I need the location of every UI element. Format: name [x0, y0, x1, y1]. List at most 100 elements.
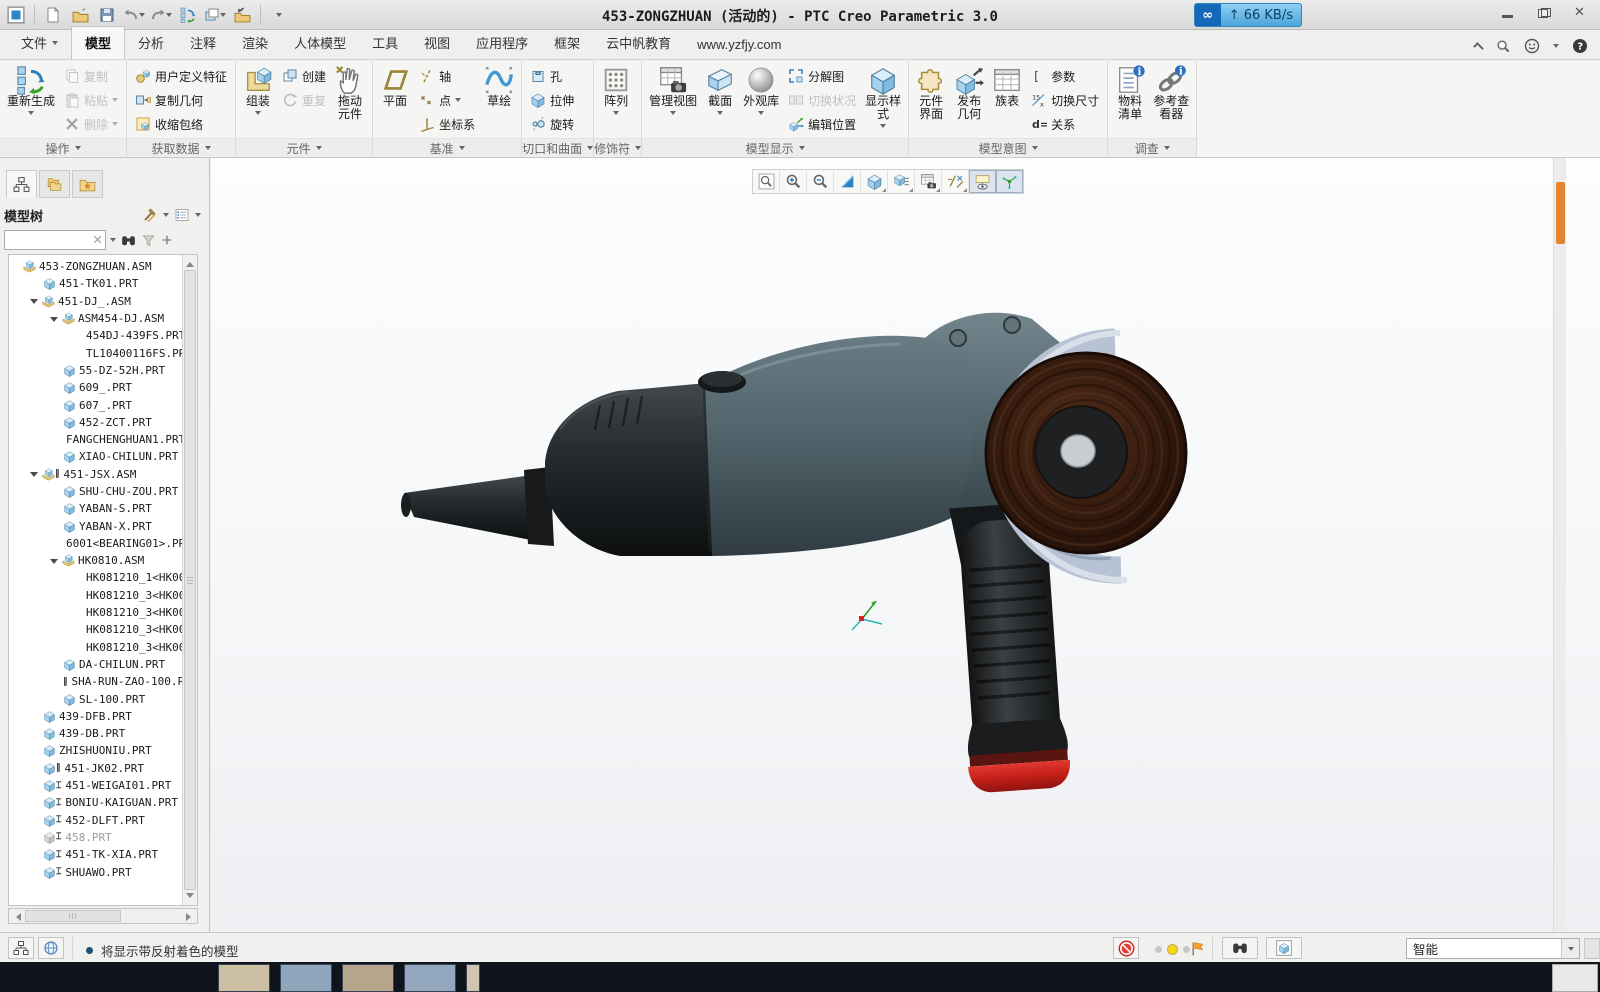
save-button[interactable]	[95, 3, 119, 27]
redo-button[interactable]	[149, 3, 173, 27]
3d-model-canvas[interactable]	[211, 158, 1600, 932]
3d-model[interactable]	[401, 313, 1186, 794]
tree-item[interactable]: DA-CHILUN.PRT	[9, 656, 182, 673]
manage-views-button[interactable]: 管理视图	[646, 64, 700, 119]
regenerate-quick-button[interactable]	[176, 3, 200, 27]
new-file-button[interactable]	[41, 3, 65, 27]
abort-regeneration-button[interactable]	[1113, 937, 1139, 959]
tree-item[interactable]: 607_.PRT	[9, 396, 182, 413]
ribbon-group-label[interactable]: 操作	[0, 138, 126, 157]
copy-geometry-button[interactable]: 复制几何	[131, 88, 231, 112]
switch-state-button[interactable]: 切换状况	[784, 88, 860, 112]
restore-button[interactable]	[1538, 8, 1550, 18]
find-binoculars-icon[interactable]	[120, 232, 137, 249]
caret-down-icon[interactable]	[195, 213, 201, 220]
expand-all-icon[interactable]	[160, 233, 174, 247]
point-button[interactable]: 点	[415, 88, 479, 112]
customize-toolbar-button[interactable]	[267, 3, 291, 27]
tree-item[interactable]: YABAN-X.PRT	[9, 517, 182, 534]
ribbon-group-label[interactable]: 切口和曲面	[522, 138, 593, 157]
menu-tab-11[interactable]: www.yzfjy.com	[684, 31, 794, 59]
scroll-down-arrow[interactable]	[184, 891, 196, 904]
menu-tab-2[interactable]: 分析	[125, 27, 177, 59]
tree-item[interactable]: 6001<BEARING01>.PRT	[9, 535, 182, 552]
menu-tab-0[interactable]: 文件	[8, 27, 71, 59]
tree-vertical-scrollbar[interactable]	[182, 255, 197, 905]
selection-filter[interactable]: 智能	[1406, 938, 1580, 959]
filter-funnel-icon[interactable]	[141, 233, 156, 248]
tree-item[interactable]: ‖451-JK02.PRT	[9, 760, 182, 777]
scroll-thumb[interactable]	[184, 270, 196, 890]
spin-center-button[interactable]	[996, 170, 1023, 193]
tree-item[interactable]: SL-100.PRT	[9, 690, 182, 707]
tree-item[interactable]: HK081210_3<HK00	[9, 604, 182, 621]
taskbar-thumbnail[interactable]	[280, 964, 332, 992]
tree-item[interactable]: ⌶451-WEIGAI01.PRT	[9, 777, 182, 794]
tree-item[interactable]: 55-DZ-52H.PRT	[9, 362, 182, 379]
component-interface-button[interactable]: 元件界面	[913, 64, 949, 122]
tree-item[interactable]: ⌶BONIU-KAIGUAN.PRT	[9, 794, 182, 811]
expand-triangle-icon[interactable]	[30, 472, 38, 481]
favorites-tab[interactable]	[72, 170, 103, 198]
notifications-flag-button[interactable]	[1185, 937, 1211, 959]
tree-item[interactable]: HK081210_3<HK00	[9, 587, 182, 604]
minimize-button[interactable]	[1502, 8, 1514, 18]
delete-button[interactable]: 删除	[60, 112, 122, 136]
close-button[interactable]: ✕	[1574, 8, 1586, 18]
tree-item[interactable]: 453-ZONGZHUAN.ASM	[9, 258, 182, 275]
repaint-button[interactable]	[834, 170, 861, 193]
collapse-ribbon-icon[interactable]	[1473, 42, 1484, 53]
selection-filter-caret[interactable]	[1561, 939, 1579, 958]
expand-triangle-icon[interactable]	[50, 317, 58, 326]
find-button[interactable]	[1222, 937, 1258, 959]
caret-down-icon[interactable]	[163, 213, 169, 220]
windows-button[interactable]	[203, 3, 227, 27]
tree-item[interactable]: HK081210_3<HK00	[9, 621, 182, 638]
annotation-display-button[interactable]	[969, 170, 996, 193]
network-speed-badge[interactable]: ∞ ↑ 66 KB/s	[1194, 3, 1302, 27]
expand-triangle-icon[interactable]	[30, 299, 38, 308]
publish-geometry-button[interactable]: 发布几何	[951, 64, 987, 122]
toggle-browser-button[interactable]	[38, 937, 64, 959]
reference-viewer-button[interactable]: 参考查看器	[1150, 64, 1192, 122]
tree-item[interactable]: ⌶451-TK-XIA.PRT	[9, 846, 182, 863]
scroll-right-arrow[interactable]	[184, 910, 196, 923]
toggle-dimensions-button[interactable]: 切换尺寸	[1027, 88, 1103, 112]
folder-browser-tab[interactable]	[39, 170, 70, 198]
view-manager-button[interactable]	[915, 170, 942, 193]
sketch-button[interactable]: 草绘	[481, 64, 517, 109]
ribbon-group-label[interactable]: 获取数据	[127, 138, 235, 157]
tree-item[interactable]: 609_.PRT	[9, 379, 182, 396]
ribbon-group-label[interactable]: 基准	[373, 138, 521, 157]
taskbar-thumbnail[interactable]	[404, 964, 456, 992]
create-button[interactable]: 创建	[278, 64, 330, 88]
ribbon-group-label[interactable]: 调查	[1108, 138, 1196, 157]
tree-item[interactable]: 451-TK01.PRT	[9, 275, 182, 292]
repeat-button[interactable]: 重复	[278, 88, 330, 112]
hole-button[interactable]: 孔	[526, 64, 578, 88]
tree-item[interactable]: ASM454-DJ.ASM	[9, 310, 182, 327]
extrude-button[interactable]: 拉伸	[526, 88, 578, 112]
toggle-navigator-button[interactable]	[8, 937, 34, 959]
tree-item[interactable]: 454DJ-439FS.PRT	[9, 327, 182, 344]
tree-item[interactable]: 452-ZCT.PRT	[9, 414, 182, 431]
tree-item[interactable]: ⌶458.PRT	[9, 829, 182, 846]
tree-item[interactable]: FANGCHENGHUAN1.PRT	[9, 431, 182, 448]
relations-button[interactable]: 关系	[1027, 112, 1103, 136]
edit-position-button[interactable]: 编辑位置	[784, 112, 860, 136]
zoom-in-button[interactable]	[780, 170, 807, 193]
tree-item[interactable]: HK081210_1<HK00	[9, 569, 182, 586]
tree-item[interactable]: HK0810.ASM	[9, 552, 182, 569]
appearance-gallery-button[interactable]: 外观库	[740, 64, 782, 119]
pattern-button[interactable]: 阵列	[598, 64, 634, 119]
model-tree-tab[interactable]	[6, 170, 37, 198]
viewport-scrollbar[interactable]	[1553, 158, 1566, 932]
csys-button[interactable]: 坐标系	[415, 112, 479, 136]
undo-button[interactable]	[122, 3, 146, 27]
tree-item[interactable]: ‖SHA-RUN-ZAO-100.PRT	[9, 673, 182, 690]
tree-item[interactable]: 439-DB.PRT	[9, 725, 182, 742]
search-icon[interactable]	[1496, 39, 1511, 54]
refit-button[interactable]	[753, 170, 780, 193]
taskbar-thumbnail[interactable]	[218, 964, 270, 992]
scroll-thumb[interactable]	[1556, 182, 1565, 244]
